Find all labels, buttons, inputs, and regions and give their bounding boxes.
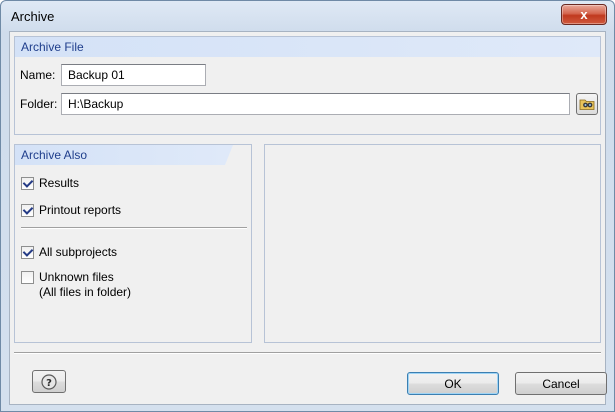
results-checkbox[interactable] <box>21 177 34 190</box>
archive-file-header: Archive File <box>15 37 600 57</box>
unknown-files-label-line1: Unknown files <box>39 270 114 284</box>
archive-file-title: Archive File <box>21 40 84 54</box>
close-button[interactable]: x <box>561 4 607 25</box>
footer-separator <box>14 352 601 354</box>
browse-folder-button[interactable] <box>576 93 598 115</box>
ok-button[interactable]: OK <box>407 372 499 395</box>
folder-label: Folder: <box>20 97 58 111</box>
cancel-button[interactable]: Cancel <box>515 372 607 395</box>
option-unknown-files[interactable]: Unknown files (All files in folder) <box>21 270 131 300</box>
help-icon: ? <box>41 373 57 390</box>
all-subprojects-label: All subprojects <box>39 245 118 259</box>
name-input[interactable] <box>61 64 206 86</box>
svg-text:?: ? <box>46 378 52 389</box>
option-results[interactable]: Results <box>21 176 79 191</box>
help-button[interactable]: ? <box>32 370 66 393</box>
preview-panel <box>264 144 601 343</box>
name-label: Name: <box>20 68 56 82</box>
printout-reports-label: Printout reports <box>39 203 122 217</box>
archive-also-header: Archive Also <box>15 145 233 165</box>
printout-reports-checkbox[interactable] <box>21 204 34 217</box>
option-all-subprojects[interactable]: All subprojects <box>21 245 117 260</box>
unknown-files-checkbox[interactable] <box>21 271 34 284</box>
options-separator <box>21 227 247 229</box>
close-icon: x <box>580 7 588 22</box>
dialog-body: Archive File Name: Folder: Archive Als <box>9 31 607 405</box>
archive-file-group: Archive File Name: Folder: <box>14 36 601 135</box>
unknown-files-label: Unknown files (All files in folder) <box>39 270 131 300</box>
all-subprojects-checkbox[interactable] <box>21 246 34 259</box>
folder-input[interactable] <box>61 93 570 115</box>
unknown-files-label-line2: (All files in folder) <box>39 285 132 299</box>
results-label: Results <box>39 176 80 190</box>
archive-also-title: Archive Also <box>21 148 88 162</box>
archive-also-group: Archive Also Results Printout reports Al… <box>14 144 252 343</box>
title-bar[interactable]: Archive x <box>1 1 614 31</box>
window-title: Archive <box>11 9 55 24</box>
folder-browse-icon <box>579 99 595 110</box>
option-printout-reports[interactable]: Printout reports <box>21 203 121 218</box>
archive-dialog: Archive x Archive File Name: Folder: <box>0 0 615 412</box>
